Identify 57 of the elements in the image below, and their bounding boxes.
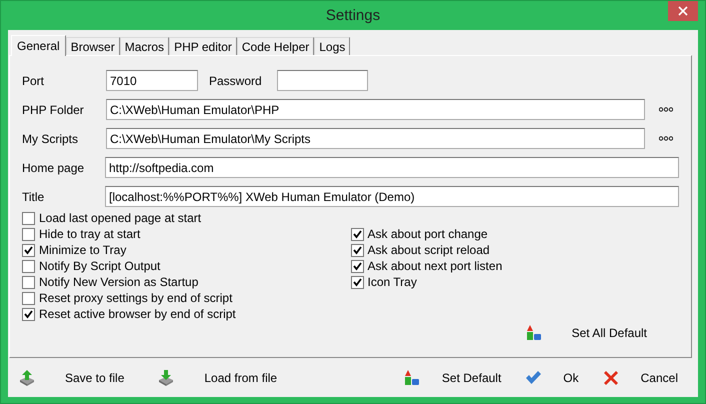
checkbox-label: Load last opened page at start xyxy=(39,211,202,225)
shapes-icon xyxy=(404,370,420,386)
checkbox[interactable] xyxy=(22,212,35,224)
checkbox[interactable] xyxy=(22,260,35,272)
checkbox-label: Hide to tray at start xyxy=(39,227,140,241)
checkbox[interactable] xyxy=(22,292,35,304)
load-button[interactable]: Load from file xyxy=(158,370,278,386)
tab[interactable]: PHP editor xyxy=(169,37,237,55)
cancel-button[interactable]: Cancel xyxy=(602,370,678,386)
checkbox-label: Ask about script reload xyxy=(368,243,490,257)
checkbox[interactable] xyxy=(350,276,364,288)
field-label: Port xyxy=(22,74,46,88)
save-button[interactable]: Save to file xyxy=(19,370,124,386)
text-field[interactable]: C:\XWeb\Human Emulator\My Scripts xyxy=(106,128,645,149)
tab[interactable]: Browser xyxy=(66,37,120,55)
checkbox-label: Notify By Script Output xyxy=(39,259,160,273)
ok-button[interactable]: Ok xyxy=(525,370,579,384)
checkbox[interactable] xyxy=(350,260,364,272)
field-label: PHP Folder xyxy=(22,102,85,116)
field-label: Password xyxy=(209,74,263,88)
save-icon xyxy=(19,370,35,386)
checkbox-label: Ask about port change xyxy=(368,227,488,241)
checkbox[interactable] xyxy=(350,228,364,240)
text-field[interactable]: http://softpedia.com xyxy=(104,157,679,178)
checkbox-label: Icon Tray xyxy=(368,275,417,289)
field-label: Home page xyxy=(22,160,86,174)
text-field[interactable]: C:\XWeb\Human Emulator\PHP xyxy=(106,99,645,120)
text-field[interactable]: [localhost:%%PORT%%] XWeb Human Emulator (Demo) xyxy=(104,186,679,207)
checkbox[interactable] xyxy=(22,244,35,256)
browse-button[interactable] xyxy=(659,136,673,141)
checkbox-label: Minimize to Tray xyxy=(39,243,126,257)
checkbox[interactable] xyxy=(350,244,364,256)
check-icon xyxy=(525,370,542,384)
close-button[interactable] xyxy=(668,1,698,21)
tab[interactable]: Code Helper xyxy=(236,37,314,55)
field-label: Title xyxy=(22,190,46,204)
checkbox[interactable] xyxy=(22,276,35,288)
checkbox-label: Reset active browser by end of script xyxy=(39,307,236,321)
checkbox[interactable] xyxy=(22,308,35,320)
shapes-icon xyxy=(526,325,542,341)
tab[interactable]: Macros xyxy=(120,37,170,55)
close-icon xyxy=(602,370,619,386)
password-field[interactable] xyxy=(277,70,368,91)
field-label: My Scripts xyxy=(22,132,80,146)
download-icon xyxy=(158,370,174,386)
browse-button[interactable] xyxy=(659,107,673,112)
tab[interactable]: Logs xyxy=(314,37,350,55)
checkbox-label: Ask about next port listen xyxy=(368,259,502,273)
checkbox-label: Notify New Version as Startup xyxy=(39,275,198,289)
checkbox-label: Reset proxy settings by end of script xyxy=(39,291,232,305)
window-title: Settings xyxy=(326,7,380,24)
tab[interactable]: General xyxy=(11,35,66,56)
default-button[interactable]: Set Default xyxy=(404,370,502,386)
checkbox[interactable] xyxy=(22,228,35,240)
port-field[interactable]: 7010 xyxy=(106,70,198,91)
close-icon xyxy=(678,6,688,16)
set-all-default-button[interactable]: Set All Default xyxy=(526,325,647,341)
